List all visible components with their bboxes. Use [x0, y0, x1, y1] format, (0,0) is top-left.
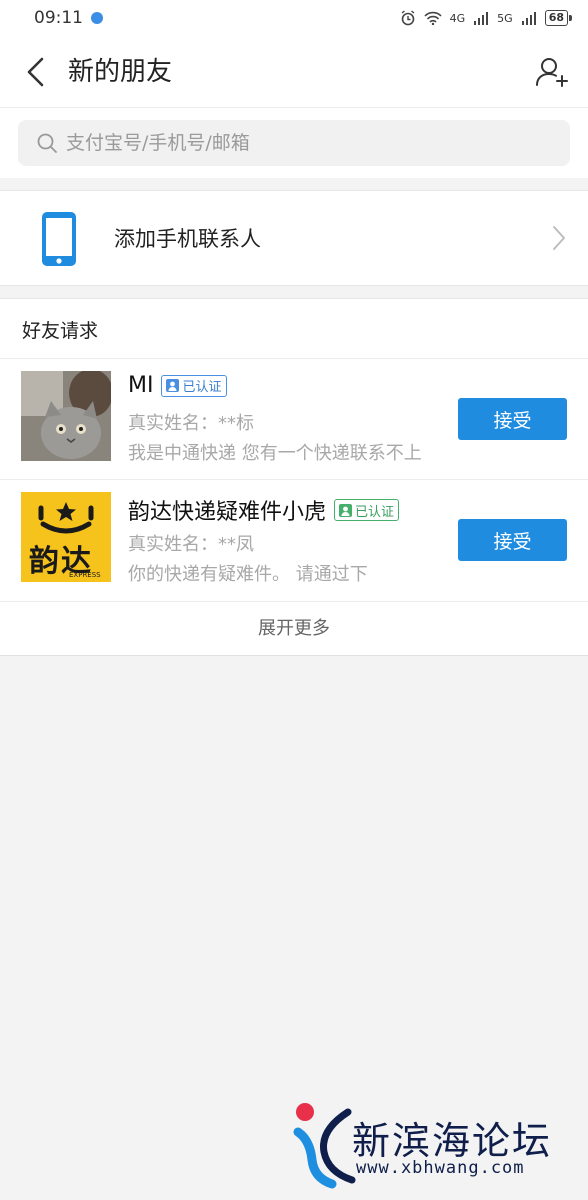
status-bar: 09:11 4G 5G 68	[0, 0, 588, 36]
real-name: 真实姓名：**凤	[128, 534, 254, 555]
watermark-url: www.xbhwang.com	[356, 1158, 525, 1178]
request-message: 你的快递有疑难件。 请通过下	[128, 564, 368, 585]
add-phone-contacts-row[interactable]: 添加手机联系人	[0, 190, 588, 286]
alarm-icon	[401, 10, 415, 26]
watermark-logo-icon	[293, 1103, 356, 1189]
header: 新的朋友	[0, 36, 588, 108]
search-box[interactable]	[18, 120, 570, 166]
request-message: 我是中通快递 您有一个快递联系不上	[128, 443, 422, 464]
expand-more-button[interactable]: 展开更多	[0, 601, 588, 656]
wifi-icon	[424, 11, 442, 25]
name-line: 韵达快递疑难件小虎 已认证	[128, 494, 400, 526]
avatar[interactable]: 韵达 EXPRESS	[21, 492, 111, 582]
real-name: 真实姓名：**标	[128, 413, 254, 434]
network-label-5g: 5G	[497, 11, 513, 25]
verified-badge: 已认证	[161, 374, 227, 397]
verified-badge: 已认证	[334, 499, 400, 521]
cat-photo-icon	[21, 371, 111, 461]
chevron-left-icon	[27, 57, 44, 87]
add-phone-contacts-label: 添加手机联系人	[114, 227, 261, 251]
page-title: 新的朋友	[68, 57, 173, 87]
friend-name: 韵达快递疑难件小虎	[128, 500, 327, 525]
chevron-right-icon	[553, 226, 565, 250]
verified-label: 已认证	[182, 380, 222, 395]
verified-label: 已认证	[355, 504, 395, 520]
signal-icon	[521, 12, 536, 25]
status-time: 09:11	[34, 8, 83, 28]
watermark: 新滨海论坛 www.xbhwang.com	[290, 1100, 580, 1190]
friend-request-item[interactable]: 韵达 EXPRESS 韵达快递疑难件小虎 已认证 真实姓名：**凤 你的快递有疑…	[0, 479, 588, 600]
friend-request-item[interactable]: MI 已认证 真实姓名：**标 我是中通快递 您有一个快递联系不上 接受	[0, 358, 588, 479]
search-input[interactable]	[66, 120, 546, 166]
back-button[interactable]	[22, 54, 52, 90]
phone-icon	[42, 212, 76, 266]
notification-dot-icon	[91, 12, 103, 24]
battery-indicator: 68	[544, 10, 573, 26]
verified-user-icon	[166, 379, 180, 392]
friend-name: MI	[128, 373, 154, 398]
avatar[interactable]	[21, 371, 111, 461]
search-section	[0, 108, 588, 178]
status-right: 4G 5G 68	[400, 10, 573, 26]
accept-button[interactable]: 接受	[458, 398, 567, 440]
name-line: MI 已认证	[128, 373, 227, 398]
section-title: 好友请求	[22, 320, 99, 342]
add-user-icon	[536, 58, 568, 87]
verified-user-icon	[339, 503, 353, 517]
signal-icon	[474, 12, 489, 25]
network-label-4g: 4G	[449, 11, 466, 25]
friend-requests-section: 好友请求 MI 已认证 真实姓名：**标 我是中通快递 您有一个快递联系不上 接…	[0, 298, 588, 656]
watermark-title: 新滨海论坛	[352, 1119, 553, 1163]
status-left: 09:11	[34, 8, 103, 28]
accept-button[interactable]: 接受	[458, 519, 567, 561]
add-friend-button[interactable]	[534, 54, 570, 90]
search-icon	[37, 133, 57, 153]
avatar-brand-subtext: EXPRESS	[69, 571, 101, 579]
